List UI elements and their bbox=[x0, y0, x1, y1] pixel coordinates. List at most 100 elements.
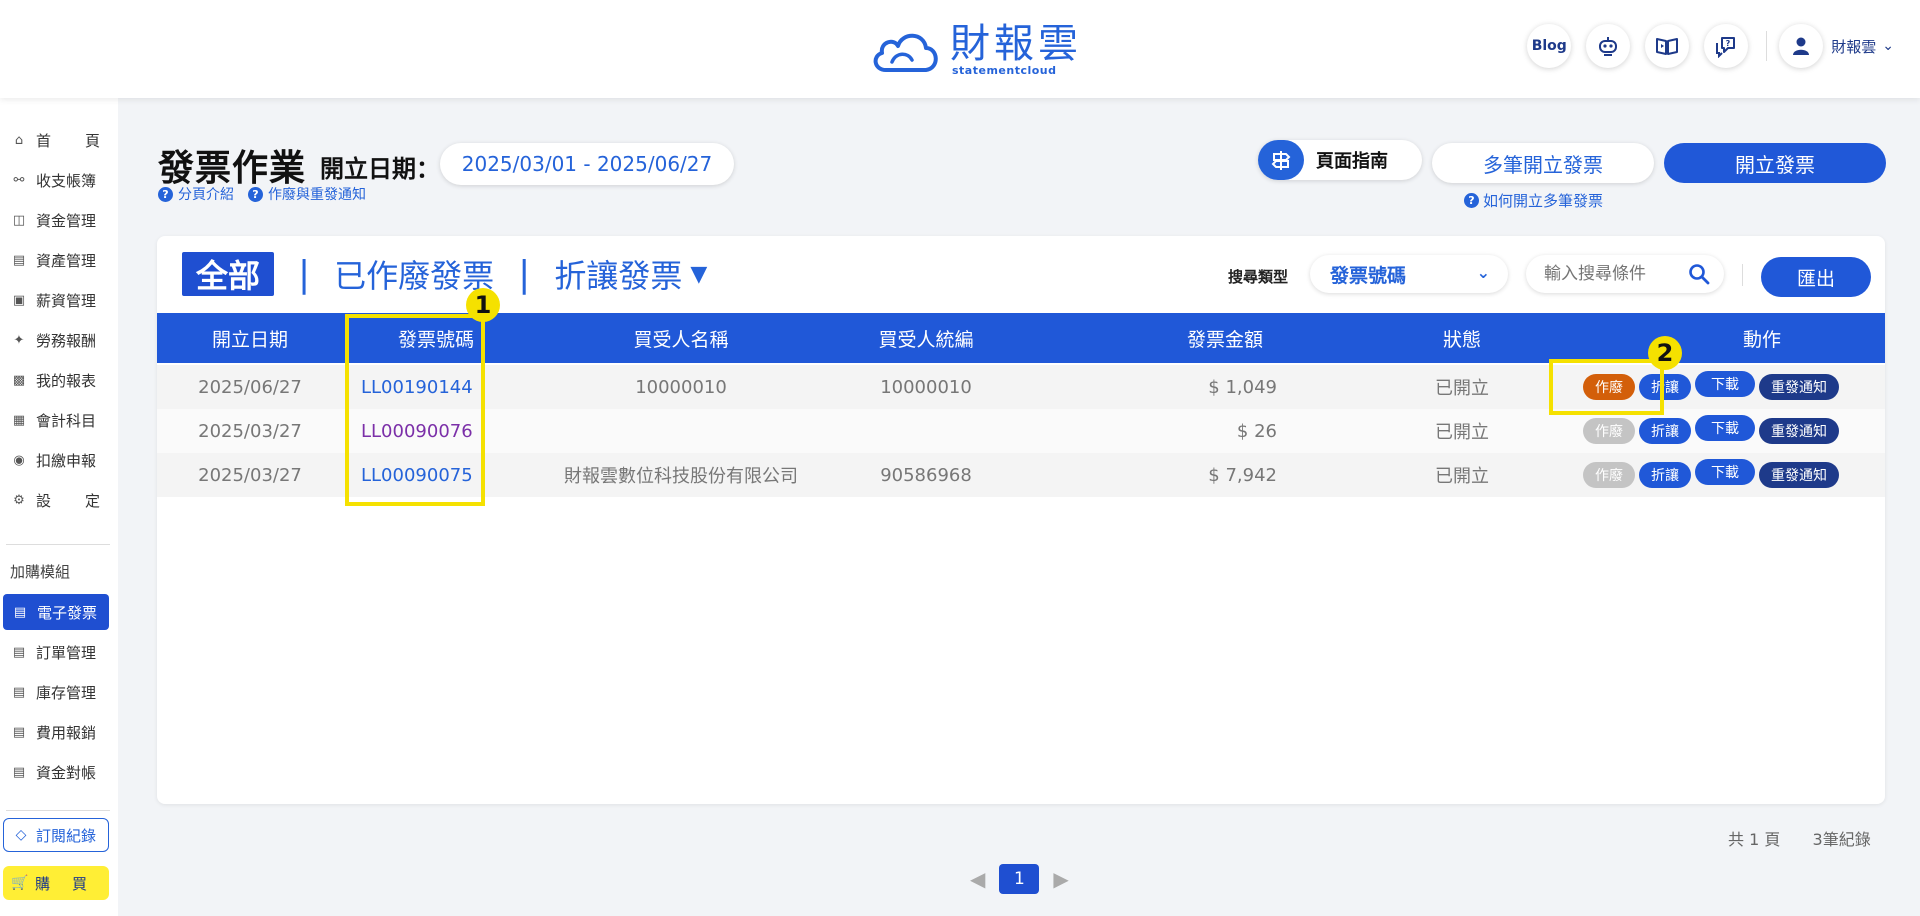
cell-status: 已開立 bbox=[1435, 466, 1489, 487]
app-logo[interactable]: 財報雲 statementcloud bbox=[868, 20, 1082, 80]
sidebar-item-salary[interactable]: ▣ 薪資管理 bbox=[0, 282, 118, 318]
book-video-icon bbox=[1656, 38, 1679, 55]
col-header-buyer[interactable]: 買受人名稱 bbox=[529, 313, 833, 363]
search-divider bbox=[1742, 264, 1743, 286]
help-void-link[interactable]: ? 作廢與重發通知 bbox=[248, 184, 366, 204]
invoice-icon: ▤ bbox=[12, 684, 26, 700]
sidebar-item-label: 扣繳申報 bbox=[36, 451, 97, 470]
page-guide-button[interactable]: 頁面指南 bbox=[1258, 140, 1422, 180]
sidebar-item-cashbook[interactable]: ⚯ 收支帳簿 bbox=[0, 162, 118, 198]
download-button[interactable]: 下載 bbox=[1695, 415, 1755, 441]
help-intro-link[interactable]: ? 分頁介紹 bbox=[158, 184, 234, 204]
sidebar-item-accounts[interactable]: ▦ 會計科目 bbox=[0, 402, 118, 438]
buy-button[interactable]: 🛒 購買 bbox=[3, 866, 109, 900]
question-icon: ? bbox=[248, 186, 263, 202]
col-header-amount[interactable]: 發票金額 bbox=[1127, 313, 1323, 363]
date-range-picker[interactable]: 2025/03/01 - 2025/06/27 bbox=[440, 143, 734, 185]
robot-assistant-button[interactable] bbox=[1586, 24, 1631, 68]
header-divider bbox=[1766, 31, 1768, 61]
tab-voided[interactable]: 已作廢發票 bbox=[334, 251, 494, 297]
multi-issue-help-link[interactable]: ? 如何開立多筆發票 bbox=[1464, 190, 1603, 211]
support-button[interactable]: ? bbox=[1704, 24, 1749, 68]
total-records: 3筆紀錄 bbox=[1812, 830, 1871, 849]
logo-english: statementcloud bbox=[952, 63, 1057, 77]
invoice-icon: ▤ bbox=[12, 764, 26, 780]
multi-help-label: 如何開立多筆發票 bbox=[1483, 192, 1604, 210]
user-name[interactable]: 財報雲 bbox=[1831, 36, 1876, 57]
sidebar-item-expenses[interactable]: ▤ 費用報銷 bbox=[0, 714, 118, 750]
sidebar-item-label: 首頁 bbox=[36, 131, 100, 150]
sidebar-item-label: 庫存管理 bbox=[36, 683, 97, 702]
cloud-logo-icon bbox=[873, 33, 938, 72]
allowance-button[interactable]: 折讓 bbox=[1639, 462, 1691, 488]
cell-status: 已開立 bbox=[1435, 422, 1489, 443]
top-header: 財報雲 statementcloud Blog ? 財報雲 ⌄ bbox=[0, 0, 1920, 98]
sidebar-item-orders[interactable]: ▤ 訂單管理 bbox=[0, 634, 118, 670]
prev-page-icon[interactable]: ◀ bbox=[970, 867, 985, 891]
col-header-status[interactable]: 狀態 bbox=[1397, 313, 1527, 363]
sidebar-item-label: 薪資管理 bbox=[36, 291, 97, 310]
subscription-label: 訂閱紀錄 bbox=[36, 826, 97, 845]
user-avatar[interactable] bbox=[1779, 24, 1824, 68]
sidebar-item-e-invoice[interactable]: ▤ 電子發票 bbox=[3, 594, 109, 630]
search-icon[interactable] bbox=[1688, 263, 1710, 285]
cell-amount: $ 26 bbox=[1236, 420, 1277, 442]
chevron-down-icon[interactable]: ⌄ bbox=[1882, 38, 1894, 54]
tab-all[interactable]: 全部 bbox=[182, 252, 275, 296]
sidebar-item-home[interactable]: ⌂ 首頁 bbox=[0, 122, 118, 158]
sidebar-item-label: 資產管理 bbox=[36, 251, 97, 270]
subscription-button[interactable]: ◇ 訂閱紀錄 bbox=[3, 818, 109, 852]
invoice-tabs: 全部 | 已作廢發票 | 折讓發票 ▼ bbox=[182, 252, 707, 296]
question-icon: ? bbox=[1464, 193, 1479, 208]
highlight-box-void bbox=[1549, 359, 1664, 415]
invoice-icon: ▤ bbox=[12, 644, 26, 660]
resend-notice-button[interactable]: 重發通知 bbox=[1759, 374, 1839, 400]
sidebar-item-label: 會計科目 bbox=[36, 411, 97, 430]
resend-notice-button[interactable]: 重發通知 bbox=[1759, 462, 1839, 488]
export-button[interactable]: 匯出 bbox=[1761, 257, 1871, 297]
settings-icon: ⚙ bbox=[13, 492, 25, 508]
allowance-button[interactable]: 折讓 bbox=[1639, 418, 1691, 444]
multi-issue-button[interactable]: 多筆開立發票 bbox=[1432, 143, 1654, 183]
tab-allowance[interactable]: 折讓發票 bbox=[554, 251, 682, 297]
next-page-icon[interactable]: ▶ bbox=[1053, 867, 1068, 891]
sidebar-item-assets[interactable]: ▤ 資產管理 bbox=[0, 242, 118, 278]
logo-chinese: 財報雲 bbox=[950, 20, 1082, 67]
invoice-icon: ▤ bbox=[13, 604, 27, 620]
sidebar: ⌂ 首頁 ⚯ 收支帳簿 ◫ 資金管理 ▤ 資產管理 ▣ 薪資管理 ✦ 勞務報酬 ▩ 我的報表 … bbox=[0, 98, 118, 916]
sidebar-item-label: 我的報表 bbox=[36, 371, 97, 390]
signpost-icon bbox=[1258, 140, 1304, 180]
sidebar-item-settings[interactable]: ⚙ 設定 bbox=[0, 482, 118, 518]
col-header-date[interactable]: 開立日期 bbox=[157, 313, 343, 363]
annotation-badge-2: 2 bbox=[1648, 336, 1682, 370]
sidebar-item-labor[interactable]: ✦ 勞務報酬 bbox=[0, 322, 118, 358]
help-void-label: 作廢與重發通知 bbox=[268, 187, 366, 203]
buy-label: 購買 bbox=[35, 874, 110, 893]
record-info: 共 1 頁 3筆紀錄 bbox=[1728, 826, 1871, 850]
tutorial-button[interactable] bbox=[1645, 24, 1690, 68]
sidebar-item-withholding[interactable]: ◉ 扣繳申報 bbox=[0, 442, 118, 478]
sidebar-item-funds[interactable]: ◫ 資金管理 bbox=[0, 202, 118, 238]
col-header-tax-id[interactable]: 買受人統編 bbox=[833, 313, 1019, 363]
robot-icon bbox=[1599, 37, 1618, 56]
search-type-select[interactable]: 發票號碼 ⌄ bbox=[1310, 255, 1508, 293]
page-number-current[interactable]: 1 bbox=[999, 864, 1040, 894]
cell-buyer bbox=[529, 409, 833, 453]
sidebar-item-label: 資金對帳 bbox=[36, 763, 97, 782]
sidebar-item-inventory[interactable]: ▤ 庫存管理 bbox=[0, 674, 118, 710]
salary-icon: ▣ bbox=[12, 292, 26, 308]
blog-button[interactable]: Blog bbox=[1527, 24, 1572, 68]
annotation-badge-1: 1 bbox=[466, 288, 500, 322]
sidebar-item-reports[interactable]: ▩ 我的報表 bbox=[0, 362, 118, 398]
download-button[interactable]: 下載 bbox=[1695, 371, 1755, 397]
highlight-box-invoice-number bbox=[345, 314, 485, 506]
issue-invoice-button[interactable]: 開立發票 bbox=[1664, 143, 1886, 183]
resend-notice-button[interactable]: 重發通知 bbox=[1759, 418, 1839, 444]
caret-down-icon[interactable]: ▼ bbox=[690, 262, 707, 287]
download-button[interactable]: 下載 bbox=[1695, 459, 1755, 485]
tab-separator: | bbox=[518, 253, 531, 295]
cell-tax-id: 90586968 bbox=[880, 464, 972, 486]
sidebar-item-label: 費用報銷 bbox=[36, 723, 97, 742]
sidebar-item-label: 資金管理 bbox=[36, 211, 97, 230]
sidebar-item-reconcile[interactable]: ▤ 資金對帳 bbox=[0, 754, 118, 790]
